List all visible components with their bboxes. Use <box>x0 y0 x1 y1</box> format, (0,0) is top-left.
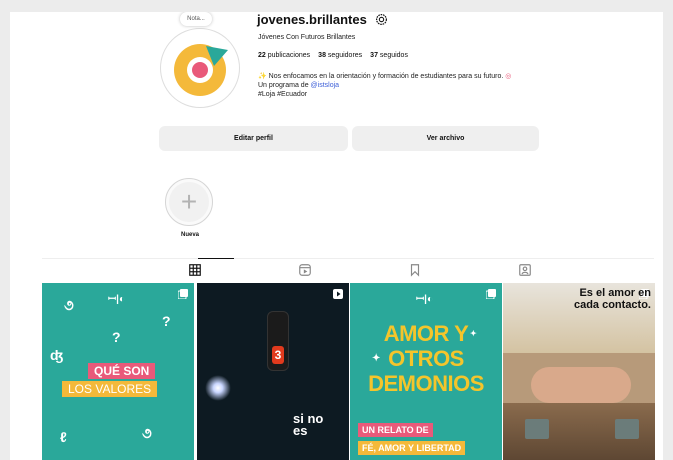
posts-grid: ꟷ|◐ ૭ ? ? ʤ QUÉ SON LOS VALORES ℓ ૭ 3 si… <box>42 283 655 460</box>
question-doodle-icon: ? <box>112 329 121 345</box>
doodle-icon: ʤ <box>50 347 64 363</box>
post-tile[interactable]: ꟷ|◐ ૭ ? ? ʤ QUÉ SON LOS VALORES ℓ ૭ <box>42 283 194 460</box>
post-title-line-2: cada contacto. <box>573 299 651 311</box>
post-tile[interactable]: ꟷ|◐ AMOR Y OTROS DEMONIOS ✦ ✦ UN RELATO … <box>350 283 502 460</box>
bio-text: Nos enfocamos en la orientación y formac… <box>268 73 504 80</box>
doodle-icon: ૭ <box>142 425 152 441</box>
post-title-line-3: DEMONIOS <box>368 371 484 396</box>
followers-label: seguidores <box>327 52 363 59</box>
bio-line-1: ✨ Nos enfocamos en la orientación y form… <box>258 72 538 81</box>
post-title-line-1: AMOR Y <box>383 321 469 346</box>
posts-stat: 22 publicaciones <box>258 52 310 59</box>
question-doodle-icon: ? <box>162 313 171 329</box>
profile-bio: ✨ Nos enfocamos en la orientación y form… <box>258 72 538 99</box>
profile-tabs <box>42 258 654 282</box>
carousel-icon <box>486 289 496 299</box>
post-tag-2: FÉ, AMOR Y LIBERTAD <box>358 441 466 455</box>
post-tile[interactable]: Es el amor en cada contacto. <box>503 283 655 460</box>
post-caption-line-2: es <box>293 423 308 438</box>
street-lamp-glow <box>205 375 231 401</box>
bio-mention-link[interactable]: @istsloja <box>311 82 340 89</box>
grid-icon[interactable] <box>188 263 202 277</box>
doodle-icon: ૭ <box>64 297 74 313</box>
post-title-line-1: QUÉ SON <box>88 363 156 379</box>
following-label: seguidos <box>379 52 408 59</box>
edit-profile-button[interactable]: Editar perfil <box>159 126 348 151</box>
sparkle-icon: ✦ <box>470 329 477 338</box>
settings-icon[interactable] <box>375 13 388 26</box>
cup-left <box>525 419 549 439</box>
profile-page: Nota... jovenes.brillantes Jóvenes Con F… <box>10 12 663 460</box>
post-caption-overlay: si no es <box>293 412 323 438</box>
traffic-light: 3 <box>267 311 289 371</box>
post-tile[interactable]: 3 si no es <box>197 283 349 460</box>
posts-count: 22 <box>258 52 266 59</box>
reel-icon <box>333 289 343 299</box>
bio-line-2: Un programa de @istsloja <box>258 81 538 90</box>
highlight-circle[interactable]: + <box>165 178 213 226</box>
post-title-line-1: Es el amor en <box>579 287 651 299</box>
profile-avatar[interactable] <box>160 28 240 108</box>
posts-label: publicaciones <box>267 52 311 59</box>
hands-photo <box>531 367 631 403</box>
carousel-icon <box>178 289 188 299</box>
sparkle-icon: ✨ <box>258 73 267 80</box>
post-title-line-2: LOS VALORES <box>62 381 158 397</box>
tagged-icon[interactable] <box>518 263 532 277</box>
traffic-light-signal: 3 <box>272 346 284 364</box>
followers-count: 38 <box>318 52 326 59</box>
reels-icon[interactable] <box>298 263 312 277</box>
cup-right <box>615 419 639 439</box>
highlight-label: Nueva <box>180 232 199 238</box>
followers-stat[interactable]: 38 seguidores <box>318 52 362 59</box>
profile-stats: 22 publicaciones 38 seguidores 37 seguid… <box>258 52 408 59</box>
full-name: Jóvenes Con Futuros Brillantes <box>258 34 356 41</box>
brand-logo-icon <box>174 44 228 96</box>
bookmark-icon[interactable] <box>408 263 422 277</box>
username-row: jovenes.brillantes <box>257 12 388 27</box>
doodle-icon: ℓ <box>60 429 67 445</box>
brand-mark-icon: ꟷ|◐ <box>416 294 433 305</box>
bio-hashtags[interactable]: #Loja #Ecuador <box>258 90 538 99</box>
brand-mark-icon: ꟷ|◐ <box>108 294 125 305</box>
post-title: Es el amor en cada contacto. <box>523 287 651 311</box>
following-count: 37 <box>370 52 378 59</box>
note-bubble[interactable]: Nota... <box>180 12 212 26</box>
plus-icon: + <box>169 182 209 222</box>
active-tab-indicator <box>198 258 234 259</box>
post-tag-1: UN RELATO DE <box>358 423 433 437</box>
bio-prefix: Un programa de <box>258 82 311 89</box>
target-icon: ◎ <box>505 73 512 80</box>
sparkle-icon: ✦ <box>372 353 381 364</box>
following-stat[interactable]: 37 seguidos <box>370 52 408 59</box>
username: jovenes.brillantes <box>257 12 367 27</box>
view-archive-button[interactable]: Ver archivo <box>352 126 539 151</box>
new-highlight[interactable]: + Nueva <box>165 178 215 238</box>
